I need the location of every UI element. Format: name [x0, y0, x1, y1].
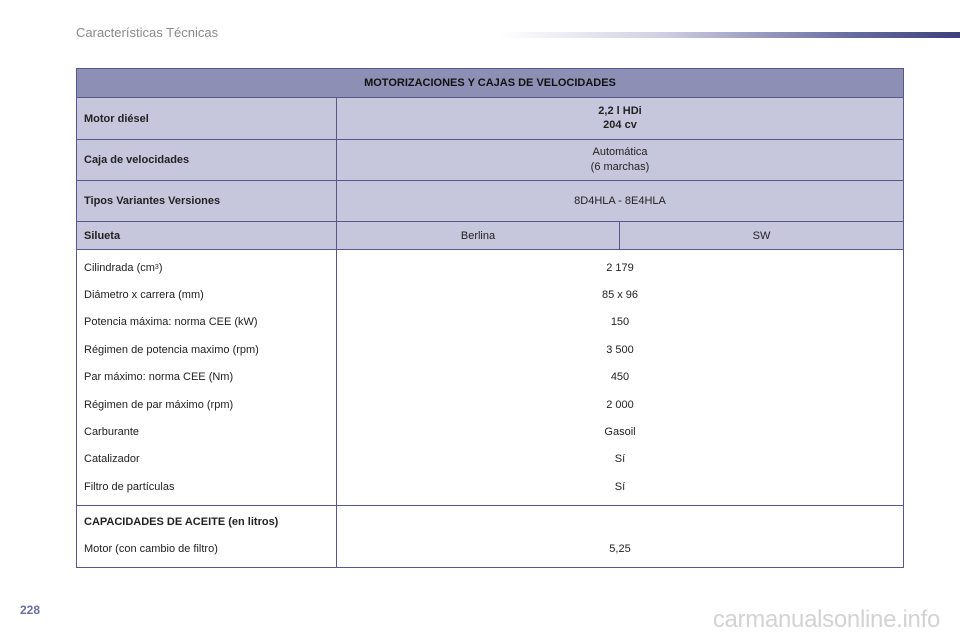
spec-label-catalyst: Catalizador: [84, 453, 140, 466]
spec-value-particle-filter: Sí: [614, 480, 626, 493]
spec-label-torque-rpm: Régimen de par máximo (rpm): [84, 398, 234, 411]
silhouette-row: Silueta Berlina SW: [77, 221, 903, 249]
section-title: Características Técnicas: [76, 25, 219, 40]
spec-label-particle-filter: Filtro de partículas: [84, 480, 175, 493]
spec-value-torque-rpm: 2 000: [606, 398, 634, 411]
oil-values: 5,25: [337, 506, 903, 567]
spec-value-fuel: Gasoil: [604, 426, 636, 439]
variants-label: Tipos Variantes Versiones: [77, 181, 337, 221]
specifications-table: MOTORIZACIONES Y CAJAS DE VELOCIDADES Mo…: [76, 68, 904, 568]
spec-label-fuel: Carburante: [84, 426, 140, 439]
specs-labels: Cilindrada (cm 3) Diámetro x carrera (mm)…: [77, 250, 337, 505]
spec-label-displacement-text: Cilindrada (cm: [84, 261, 155, 274]
spec-label-displacement-end: ): [158, 261, 163, 274]
engine-value-line2: 204 cv: [603, 119, 637, 131]
gearbox-value: Automática (6 marchas): [337, 140, 903, 180]
spec-value-power-rpm: 3 500: [606, 343, 634, 356]
gearbox-label: Caja de velocidades: [77, 140, 337, 180]
oil-labels: CAPACIDADES DE ACEITE (en litros) Motor …: [77, 505, 337, 567]
spec-value-max-torque: 450: [610, 371, 630, 384]
oil-heading: CAPACIDADES DE ACEITE (en litros): [84, 516, 279, 529]
engine-row: Motor diésel 2,2 l HDi 204 cv: [77, 97, 903, 139]
page-number: 228: [20, 603, 41, 617]
spec-label-power-rpm: Régimen de potencia maximo (rpm): [84, 343, 259, 356]
oil-engine-value: 5,25: [609, 543, 631, 556]
variants-value: 8D4HLA - 8E4HLA: [574, 195, 666, 207]
silhouette-sw: SW: [752, 229, 771, 242]
silhouette-label: Silueta: [77, 222, 337, 249]
spec-label-max-power: Potencia máxima: norma CEE (kW): [84, 316, 258, 329]
engine-value-line1: 2,2 l HDi: [598, 105, 642, 117]
table-title-row: MOTORIZACIONES Y CAJAS DE VELOCIDADES: [77, 69, 903, 97]
oil-heading-spacer: [337, 509, 903, 536]
spec-value-displacement: 2 179: [606, 261, 634, 274]
variants-row: Tipos Variantes Versiones 8D4HLA - 8E4HL…: [77, 180, 903, 221]
watermark: carmanualsonline.info: [712, 606, 940, 633]
specs-values: 2 179 85 x 96 150 3 500 450 2 000 Gasoil…: [337, 250, 903, 505]
gearbox-value-line2: (6 marchas): [590, 161, 650, 173]
spec-value-catalyst: Sí: [614, 453, 626, 466]
gearbox-value-line1: Automática: [592, 146, 648, 158]
engine-value: 2,2 l HDi 204 cv: [337, 98, 903, 139]
table-title: MOTORIZACIONES Y CAJAS DE VELOCIDADES: [364, 77, 616, 89]
oil-engine-label: Motor (con cambio de filtro): [84, 543, 218, 556]
engine-label: Motor diésel: [77, 98, 337, 139]
specs-block: Cilindrada (cm 3) Diámetro x carrera (mm)…: [77, 249, 903, 505]
oil-capacity-block: CAPACIDADES DE ACEITE (en litros) Motor …: [77, 504, 903, 567]
spec-label-bore-stroke: Diámetro x carrera (mm): [84, 289, 204, 302]
spec-value-max-power: 150: [610, 316, 630, 329]
header-gradient-rule: [500, 32, 960, 38]
spec-label-displacement: Cilindrada (cm 3): [77, 254, 336, 281]
silhouette-berlina: Berlina: [337, 222, 620, 249]
spec-value-bore-stroke: 85 x 96: [601, 289, 639, 302]
gearbox-row: Caja de velocidades Automática (6 marcha…: [77, 139, 903, 180]
spec-label-max-torque: Par máximo: norma CEE (Nm): [84, 371, 234, 384]
